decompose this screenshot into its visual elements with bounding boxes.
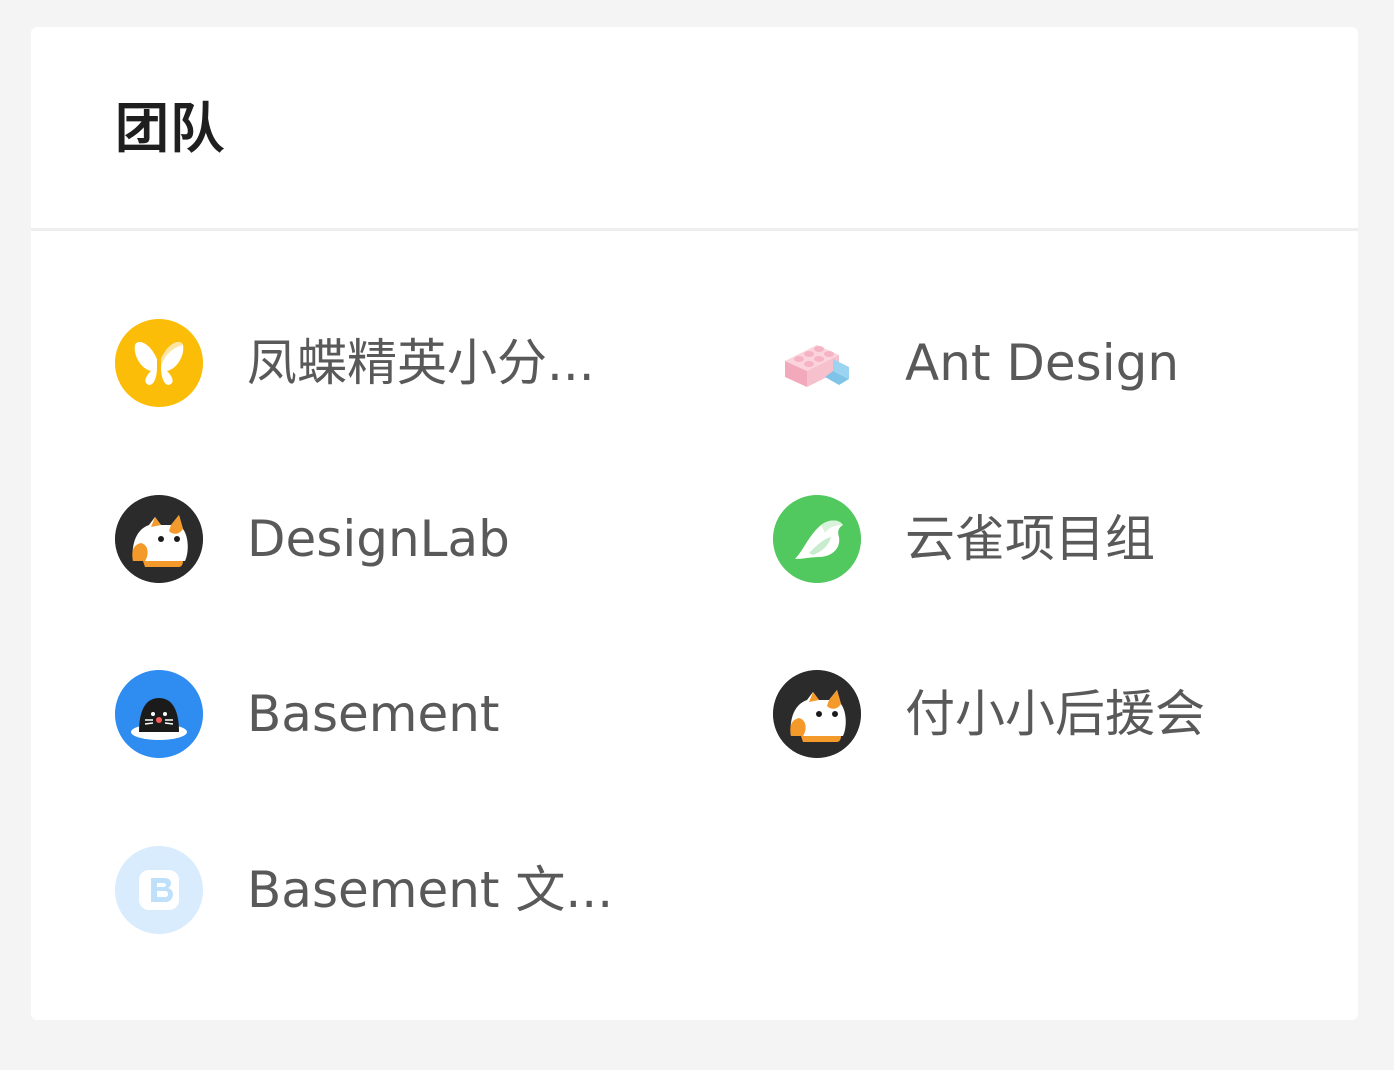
team-item[interactable]: Ant Design	[773, 318, 1179, 408]
team-name: 云雀项目组	[905, 510, 1155, 568]
card-title: 团队	[115, 97, 225, 160]
team-item[interactable]: DesignLab	[115, 494, 510, 584]
b-letter-icon	[115, 846, 203, 934]
team-item[interactable]: 付小小后援会	[773, 669, 1205, 759]
team-name: DesignLab	[247, 510, 510, 568]
cat-mascot-icon	[773, 670, 861, 758]
team-item[interactable]: 凤蝶精英小分...	[115, 318, 595, 408]
team-name: 付小小后援会	[905, 685, 1205, 743]
team-item[interactable]: Basement	[115, 669, 500, 759]
team-item[interactable]: Basement 文...	[115, 845, 613, 935]
lego-brick-icon	[773, 319, 861, 407]
team-name: Ant Design	[905, 334, 1180, 392]
cat-mascot-icon	[115, 495, 203, 583]
team-name: Basement 文...	[247, 861, 614, 919]
bird-logo-icon	[773, 495, 861, 583]
card-header: 团队	[31, 27, 1358, 231]
team-name: 凤蝶精英小分...	[247, 334, 595, 392]
mole-mascot-icon	[115, 670, 203, 758]
team-card: 团队 凤蝶精英小分... Ant Design DesignLab 云雀项目组 …	[31, 27, 1358, 1020]
butterfly-logo-icon	[115, 319, 203, 407]
team-item[interactable]: 云雀项目组	[773, 494, 1155, 584]
team-name: Basement	[247, 685, 500, 743]
